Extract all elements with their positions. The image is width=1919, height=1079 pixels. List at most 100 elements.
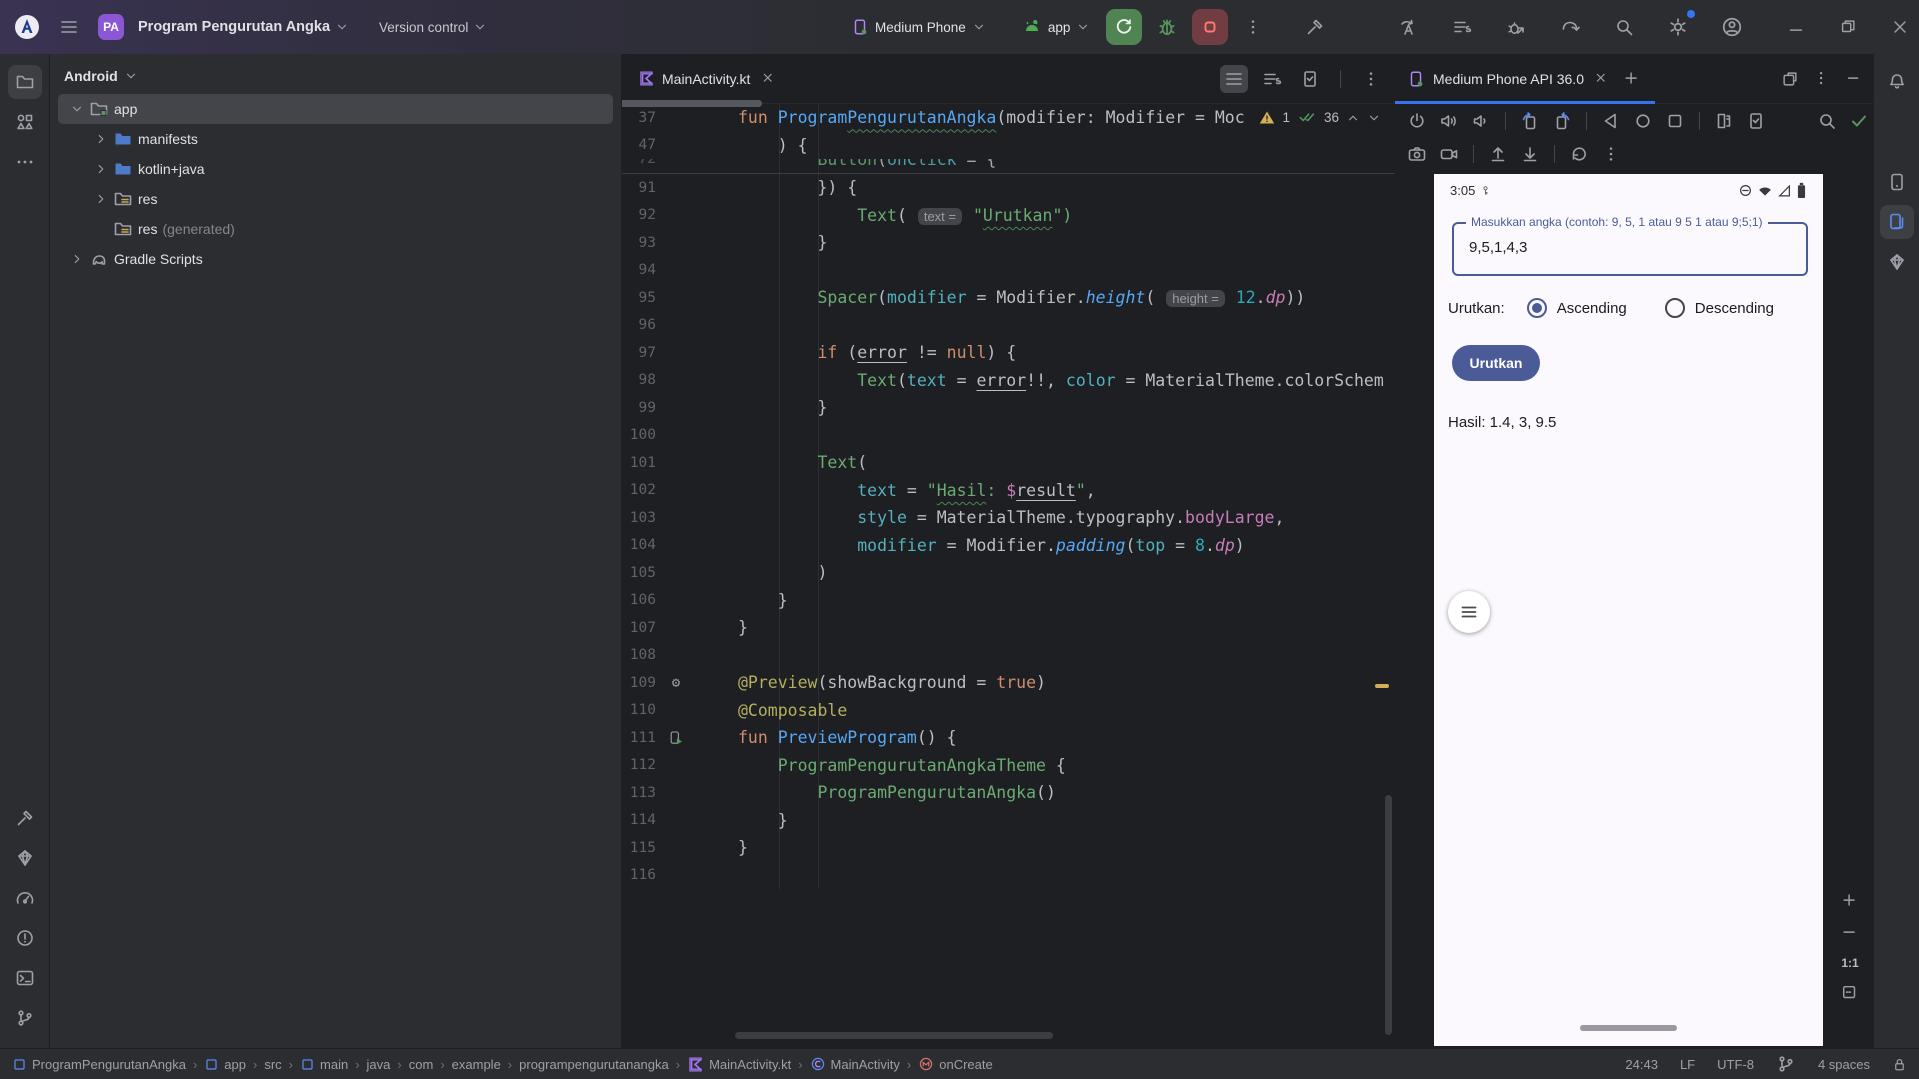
restore-button[interactable] (1565, 140, 1593, 168)
main-menu-button[interactable] (54, 12, 84, 42)
record-button[interactable] (1435, 140, 1463, 168)
build-button[interactable] (1300, 12, 1330, 42)
device-selector[interactable]: Medium Phone (845, 14, 992, 40)
attach-debugger-button[interactable] (1501, 12, 1531, 42)
expand-chevron[interactable] (90, 132, 112, 146)
breadcrumb-item[interactable]: main (300, 1057, 348, 1072)
status-misc-icon[interactable] (1776, 1054, 1796, 1074)
gesture-bar[interactable] (1580, 1025, 1677, 1031)
device-screen[interactable]: 3:05 Masukkan angka (contoh: 9, 5, 1 ata… (1434, 174, 1823, 1046)
window-maximize-button[interactable] (1839, 18, 1857, 36)
vol-up-button[interactable] (1435, 107, 1463, 135)
window-close-button[interactable] (1891, 18, 1909, 36)
account-button[interactable] (1717, 12, 1747, 42)
breadcrumb-item[interactable]: src (264, 1057, 281, 1072)
breadcrumb-item[interactable]: example (452, 1057, 501, 1072)
back-button[interactable] (1597, 107, 1625, 135)
build-tool-button[interactable] (8, 801, 42, 835)
next-problem-button[interactable] (1367, 111, 1381, 125)
more-tool-windows-button[interactable] (8, 145, 42, 179)
rotate-left-button[interactable] (1516, 107, 1544, 135)
descending-radio[interactable] (1664, 298, 1685, 318)
descending-label[interactable]: Descending (1695, 300, 1774, 317)
device-manager-tool-button[interactable] (1880, 165, 1914, 199)
stop-button[interactable] (1192, 9, 1229, 45)
breadcrumb-item[interactable]: com (409, 1057, 434, 1072)
tree-item-app[interactable]: app (58, 94, 613, 124)
emulator-tab[interactable]: Medium Phone API 36.0 (1433, 71, 1584, 87)
hide-panel-button[interactable] (1845, 70, 1863, 88)
camera-button[interactable] (1403, 140, 1431, 168)
expand-chevron[interactable] (90, 162, 112, 176)
recents-button[interactable] (1661, 107, 1689, 135)
tree-item-res[interactable]: res (generated) (58, 214, 613, 244)
resource-manager-tool-button[interactable] (8, 105, 42, 139)
home-button[interactable] (1629, 107, 1657, 135)
tree-item-manifests[interactable]: manifests (58, 124, 613, 154)
kebab-button[interactable] (1597, 140, 1625, 168)
problems-tool-button[interactable] (8, 921, 42, 955)
breadcrumb-item[interactable]: programpengurutanangka (519, 1057, 669, 1072)
terminal-tool-button[interactable] (8, 961, 42, 995)
readonly-lock-icon[interactable] (1892, 1057, 1907, 1072)
notifications-tool-button[interactable] (1880, 65, 1914, 99)
emulator-overlay-menu-button[interactable] (1448, 591, 1490, 633)
vol-down-button[interactable] (1467, 107, 1495, 135)
editor-horizontal-scrollbar[interactable] (735, 1032, 1053, 1039)
settings-button[interactable] (1663, 10, 1695, 42)
zoom-out-button[interactable] (1841, 924, 1859, 942)
code-view-button[interactable] (1220, 64, 1248, 93)
ascending-label[interactable]: Ascending (1557, 300, 1627, 317)
ascending-radio[interactable] (1526, 298, 1547, 318)
tree-item-gradle-scripts[interactable]: Gradle Scripts (58, 244, 613, 274)
fold-button[interactable] (1710, 107, 1738, 135)
options-kebab-button[interactable] (1813, 70, 1831, 88)
debug-button[interactable] (1152, 12, 1182, 42)
close-emulator-tab-icon[interactable] (1594, 71, 1609, 86)
apply-check-button[interactable] (1845, 107, 1873, 135)
sync-gradle-button[interactable] (1555, 12, 1585, 42)
expand-chevron[interactable] (90, 192, 112, 206)
tree-item-res[interactable]: res (58, 184, 613, 214)
run-configuration-selector[interactable]: app (1016, 13, 1097, 41)
breadcrumb-item[interactable]: ProgramPengurutanAngka (12, 1057, 186, 1072)
expand-chevron[interactable] (66, 102, 88, 116)
run-preview-icon[interactable] (666, 730, 686, 746)
project-selector[interactable]: Program Pengurutan Angka (138, 19, 349, 35)
close-tab-icon[interactable] (761, 71, 776, 86)
breadcrumb-item[interactable]: app (204, 1057, 246, 1072)
breadcrumb-item[interactable]: MainActivity (810, 1056, 900, 1072)
profile-list-button[interactable] (1447, 12, 1477, 42)
tab-mainactivity[interactable]: MainActivity.kt (622, 54, 786, 103)
sort-button[interactable]: Urutkan (1452, 345, 1540, 381)
profiler-tool-button[interactable] (8, 881, 42, 915)
editor-vertical-scrollbar[interactable] (1385, 795, 1392, 1035)
code-area[interactable]: 37 fun ProgramPengurutanAngka(modifier: M… (622, 104, 1395, 889)
warning-stripe-mark[interactable] (1375, 684, 1389, 688)
split-view-button[interactable] (1258, 65, 1286, 93)
running-devices-tool-button[interactable] (1879, 205, 1914, 239)
upload-button[interactable] (1484, 140, 1512, 168)
project-view-selector[interactable]: Android (50, 54, 621, 94)
version-control-tool-button[interactable] (8, 1001, 42, 1035)
tree-item-kotlin-java[interactable]: kotlin+java (58, 154, 613, 184)
snapshot-button[interactable] (1742, 107, 1770, 135)
editor-options-button[interactable] (1357, 65, 1385, 93)
file-encoding[interactable]: UTF-8 (1717, 1057, 1754, 1072)
design-view-button[interactable] (1296, 65, 1324, 93)
editor[interactable]: MainActivity.kt 37 fun ProgramPengurutanA… (622, 54, 1395, 1048)
zoom-in-button[interactable] (1841, 892, 1859, 910)
vcs-widget[interactable]: Version control (379, 20, 487, 35)
toolbar-run-a-button[interactable] (1393, 12, 1423, 42)
fit-screen-button[interactable] (1841, 984, 1859, 1002)
search-everywhere-button[interactable] (1609, 12, 1639, 42)
download-button[interactable] (1516, 140, 1544, 168)
rerun-button[interactable] (1106, 9, 1143, 45)
power-button[interactable] (1403, 107, 1431, 135)
gemini-tool-button[interactable] (1880, 245, 1914, 279)
breadcrumb-item[interactable]: java (367, 1057, 391, 1072)
caret-position[interactable]: 24:43 (1625, 1057, 1658, 1072)
app-insights-tool-button[interactable] (8, 841, 42, 875)
zoom-ratio[interactable]: 1:1 (1841, 956, 1858, 970)
breadcrumb-item[interactable]: onCreate (918, 1056, 993, 1072)
